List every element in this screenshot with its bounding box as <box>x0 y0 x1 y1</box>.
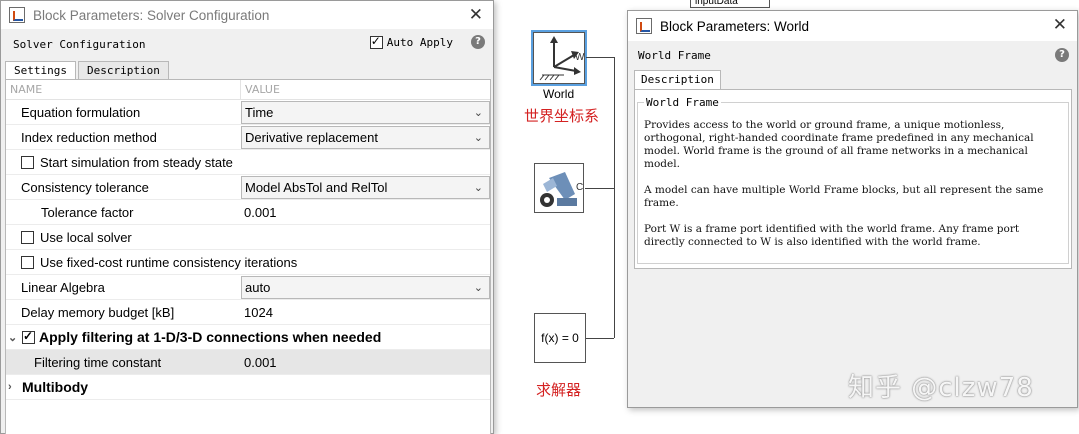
filtering-time-field[interactable]: 0.001 <box>241 350 490 375</box>
fixed-cost-checkbox[interactable] <box>21 255 34 269</box>
fx-cn-label: 求解器 <box>536 381 582 399</box>
param-label: Equation formulation <box>21 104 141 120</box>
tab-description[interactable]: Description <box>77 61 169 79</box>
row-filtering-time: Filtering time constant 0.001 <box>6 350 490 375</box>
block-name-label: Solver Configuration <box>13 37 146 51</box>
close-icon[interactable]: ✕ <box>469 5 483 25</box>
solver-port-label: C <box>576 182 584 193</box>
tab-settings[interactable]: Settings <box>5 61 76 79</box>
dropdown-value: Model AbsTol and RelTol <box>245 179 388 195</box>
column-header-value: VALUE <box>245 83 280 96</box>
row-consistency-tolerance: Consistency tolerance Model AbsTol and R… <box>6 175 490 200</box>
row-fixed-cost: Use fixed-cost runtime consistency itera… <box>6 250 490 275</box>
chevron-down-icon: ⌄ <box>473 131 483 144</box>
partial-block-label: inputData <box>695 0 738 7</box>
steady-state-checkbox[interactable] <box>21 155 34 169</box>
param-label: Use local solver <box>40 229 132 245</box>
description-paragraph: Provides access to the world or ground f… <box>644 119 1034 170</box>
watermark: 知乎 @clzw78 <box>848 373 1034 403</box>
param-label: Use fixed-cost runtime consistency itera… <box>40 254 298 270</box>
param-label: Consistency tolerance <box>21 179 149 195</box>
group-title: World Frame <box>646 96 719 109</box>
chevron-down-icon: ⌄ <box>473 181 483 194</box>
row-apply-filtering: ⌄ Apply filtering at 1-D/3-D connections … <box>6 325 490 350</box>
parameter-grid: NAME VALUE Equation formulation Time ⌄ In… <box>5 79 491 434</box>
row-steady-state: Start simulation from steady state <box>6 150 490 175</box>
help-icon[interactable]: ? <box>1055 48 1069 62</box>
index-reduction-dropdown[interactable]: Derivative replacement ⌄ <box>241 125 490 149</box>
local-solver-checkbox[interactable] <box>21 230 34 244</box>
multibody-group-toggle[interactable]: › Multibody <box>6 375 486 400</box>
simulink-app-icon <box>636 18 652 34</box>
param-label: Start simulation from steady state <box>40 154 233 170</box>
param-label: Tolerance factor <box>41 204 134 220</box>
world-block-caption: World <box>543 87 575 101</box>
row-delay-memory: Delay memory budget [kB] 1024 <box>6 300 490 325</box>
dropdown-value: Time <box>245 104 274 120</box>
auto-apply-label: Auto Apply <box>386 36 453 49</box>
close-icon[interactable]: ✕ <box>1053 15 1067 35</box>
tab-bar: Settings Description <box>5 61 171 79</box>
steady-state-control[interactable]: Start simulation from steady state <box>6 150 486 175</box>
wire-segment[interactable] <box>614 57 615 338</box>
tolerance-factor-field[interactable]: 0.001 <box>241 200 490 225</box>
row-equation-formulation: Equation formulation Time ⌄ <box>6 100 490 125</box>
grid-header: NAME VALUE <box>6 80 490 100</box>
param-label: Filtering time constant <box>34 354 162 370</box>
chevron-right-icon[interactable]: › <box>8 381 18 393</box>
fx-solver-block[interactable]: f(x) = 0 <box>534 313 586 363</box>
local-solver-control[interactable]: Use local solver <box>6 225 486 250</box>
description-pane: World Frame Provides access to the world… <box>634 89 1072 269</box>
tab-description[interactable]: Description <box>634 70 721 89</box>
row-linear-algebra: Linear Algebra auto ⌄ <box>6 275 490 300</box>
world-dialog-titlebar[interactable]: Block Parameters: World ✕ <box>628 11 1077 41</box>
chevron-down-icon: ⌄ <box>473 106 483 119</box>
delay-memory-field[interactable]: 1024 <box>241 300 490 325</box>
row-index-reduction: Index reduction method Derivative replac… <box>6 125 490 150</box>
param-label: Multibody <box>22 379 89 395</box>
description-group: World Frame Provides access to the world… <box>637 96 1069 264</box>
auto-apply-control[interactable]: Auto Apply <box>369 34 453 49</box>
row-tolerance-factor: Tolerance factor 0.001 <box>6 200 490 225</box>
description-paragraph: A model can have multiple World Frame bl… <box>644 184 1044 209</box>
world-port-label: W <box>575 52 585 63</box>
param-label: Linear Algebra <box>21 279 105 295</box>
apply-filtering-control[interactable]: ⌄ Apply filtering at 1-D/3-D connections … <box>6 325 486 350</box>
world-frame-dialog: Block Parameters: World ✕ World Frame ? … <box>627 10 1078 408</box>
simulink-app-icon <box>9 7 25 23</box>
block-name-label: World Frame <box>638 49 711 62</box>
world-cn-label: 世界坐标系 <box>524 107 600 125</box>
wire-segment[interactable] <box>586 57 614 58</box>
row-multibody: › Multibody <box>6 375 490 400</box>
row-local-solver: Use local solver <box>6 225 490 250</box>
linear-algebra-dropdown[interactable]: auto ⌄ <box>241 275 490 299</box>
solver-configuration-dialog: Block Parameters: Solver Configuration ✕… <box>0 0 494 434</box>
wire-segment[interactable] <box>586 338 614 339</box>
param-label: Delay memory budget [kB] <box>21 304 175 320</box>
auto-apply-checkbox[interactable] <box>369 34 383 49</box>
solver-dialog-title: Block Parameters: Solver Configuration <box>33 7 270 23</box>
consistency-tolerance-dropdown[interactable]: Model AbsTol and RelTol ⌄ <box>241 175 490 199</box>
equation-formulation-dropdown[interactable]: Time ⌄ <box>241 100 490 124</box>
partial-block-inputdata[interactable]: inputData <box>690 0 770 8</box>
fixed-cost-control[interactable]: Use fixed-cost runtime consistency itera… <box>6 250 486 275</box>
wire-segment[interactable] <box>585 188 614 189</box>
chevron-down-icon: ⌄ <box>473 281 483 294</box>
dropdown-value: Derivative replacement <box>245 129 378 145</box>
param-label: Apply filtering at 1-D/3-D connections w… <box>39 329 382 345</box>
world-dialog-title: Block Parameters: World <box>660 18 810 34</box>
chevron-down-icon[interactable]: ⌄ <box>8 331 18 344</box>
apply-filtering-checkbox[interactable] <box>22 329 35 344</box>
description-paragraph: Port W is a frame port identified with t… <box>644 223 1020 248</box>
block-header: Solver Configuration Auto Apply ? <box>1 31 493 57</box>
solver-dialog-titlebar[interactable]: Block Parameters: Solver Configuration ✕ <box>1 1 493 29</box>
param-label: Index reduction method <box>21 129 157 145</box>
column-header-name: NAME <box>6 80 241 99</box>
help-icon[interactable]: ? <box>471 35 485 49</box>
dropdown-value: auto <box>245 279 271 295</box>
